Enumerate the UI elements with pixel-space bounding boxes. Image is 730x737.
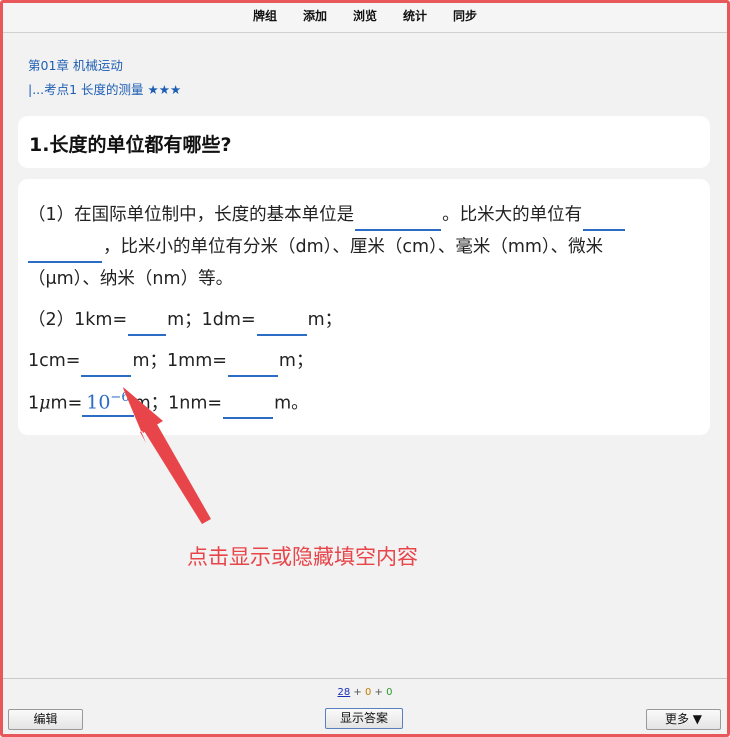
- show-answer-button[interactable]: 显示答案: [325, 708, 403, 729]
- new-count: 0: [386, 687, 393, 698]
- question-body-card: （1）在国际单位制中，长度的基本单位是 。比米大的单位有 ，比米小的单位有分米（d…: [18, 179, 710, 435]
- blank-input[interactable]: [28, 239, 102, 263]
- more-button[interactable]: 更多 ▼: [646, 709, 721, 730]
- edit-button[interactable]: 编辑: [8, 709, 83, 730]
- question-title-card: 1.长度的单位都有哪些?: [18, 116, 710, 168]
- question-title: 1.长度的单位都有哪些?: [29, 134, 232, 156]
- revealed-answer[interactable]: 10−6: [82, 385, 134, 418]
- menu-stats[interactable]: 统计: [390, 3, 440, 32]
- blank-input[interactable]: [227, 353, 278, 377]
- blank-input[interactable]: [223, 395, 274, 420]
- app-window: 牌组 添加 浏览 统计 同步 第01章 机械运动 |...考点1 长度的测量 ★…: [0, 0, 730, 737]
- blank-input[interactable]: [81, 353, 132, 377]
- due-count[interactable]: 28: [338, 687, 351, 698]
- paragraph-2: （2）1km= m；1dm= m；: [28, 304, 342, 336]
- section-label: |...考点1 长度的测量 ★★★: [28, 82, 182, 97]
- menu-add[interactable]: 添加: [290, 3, 340, 32]
- chapter-label: 第01章 机械运动: [28, 58, 123, 73]
- paragraph-1-cont: ，比米小的单位有分米（dm）、厘米（cm）、毫米（mm）、微米: [28, 231, 704, 263]
- menu-decks[interactable]: 牌组: [240, 3, 290, 32]
- breadcrumb: 第01章 机械运动 |...考点1 长度的测量 ★★★: [28, 54, 181, 102]
- paragraph-1-end: （μm）、纳米（nm）等。: [28, 269, 234, 289]
- menu-sync[interactable]: 同步: [440, 3, 490, 32]
- paragraph-1: （1）在国际单位制中，长度的基本单位是 。比米大的单位有: [28, 199, 704, 231]
- top-menu-bar: 牌组 添加 浏览 统计 同步: [3, 3, 727, 33]
- paragraph-4: 1μm= 10−6 m；1nm= m。: [28, 385, 309, 420]
- card-content-area: 第01章 机械运动 |...考点1 长度的测量 ★★★ 1.长度的单位都有哪些?…: [3, 34, 727, 678]
- blank-input[interactable]: [256, 312, 307, 336]
- blank-input[interactable]: [583, 207, 626, 231]
- menu-browse[interactable]: 浏览: [340, 3, 390, 32]
- bottom-bar: 28 + 0 + 0 编辑 显示答案 更多 ▼: [3, 678, 727, 734]
- annotation-text: 点击显示或隐藏填空内容: [187, 545, 418, 569]
- blank-input[interactable]: [355, 207, 442, 231]
- paragraph-3: 1cm= m；1mm= m；: [28, 345, 313, 377]
- blank-input[interactable]: [128, 312, 167, 336]
- card-counts: 28 + 0 + 0: [337, 687, 393, 698]
